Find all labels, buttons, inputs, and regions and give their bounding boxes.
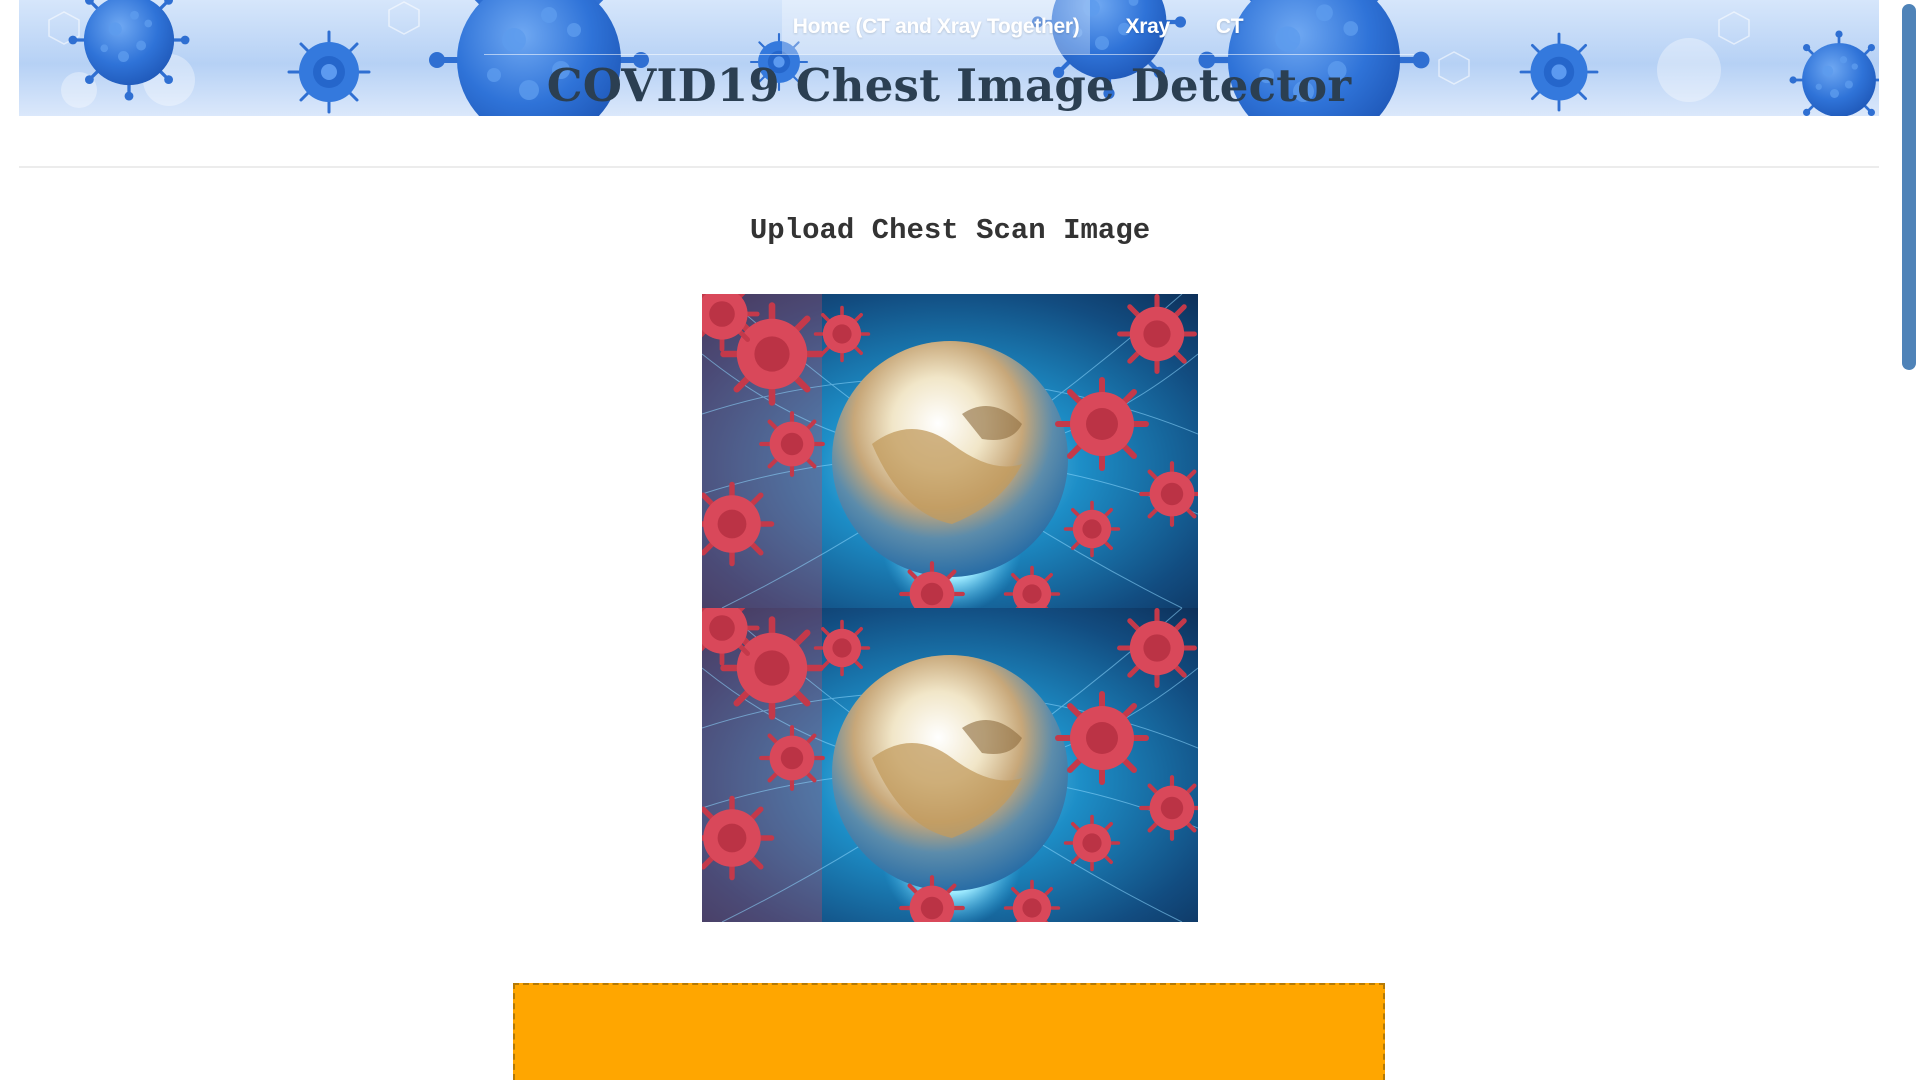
upload-heading: Upload Chest Scan Image (749, 214, 1151, 247)
virus-globe-illustration (702, 294, 1198, 608)
virus-globe-illustration (702, 608, 1198, 922)
nav-divider (484, 54, 1414, 55)
image-preview (702, 294, 1198, 922)
preview-image-top (702, 294, 1198, 608)
header-divider (19, 166, 1879, 168)
file-drop-zone[interactable] (513, 983, 1385, 1080)
page: Home (CT and Xray Together) Xray CT COVI… (0, 0, 1920, 1080)
nav-home[interactable]: Home (CT and Xray Together) (781, 0, 1091, 54)
scrollbar-thumb[interactable] (1902, 4, 1916, 370)
top-navigation: Home (CT and Xray Together) Xray CT (19, 0, 1879, 54)
nav-ct[interactable]: CT (1205, 0, 1254, 54)
preview-image-bottom (702, 608, 1198, 922)
header-banner: Home (CT and Xray Together) Xray CT COVI… (19, 0, 1879, 116)
page-title: COVID19 Chest Image Detector (546, 59, 1352, 112)
nav-xray[interactable]: Xray (1114, 0, 1180, 54)
